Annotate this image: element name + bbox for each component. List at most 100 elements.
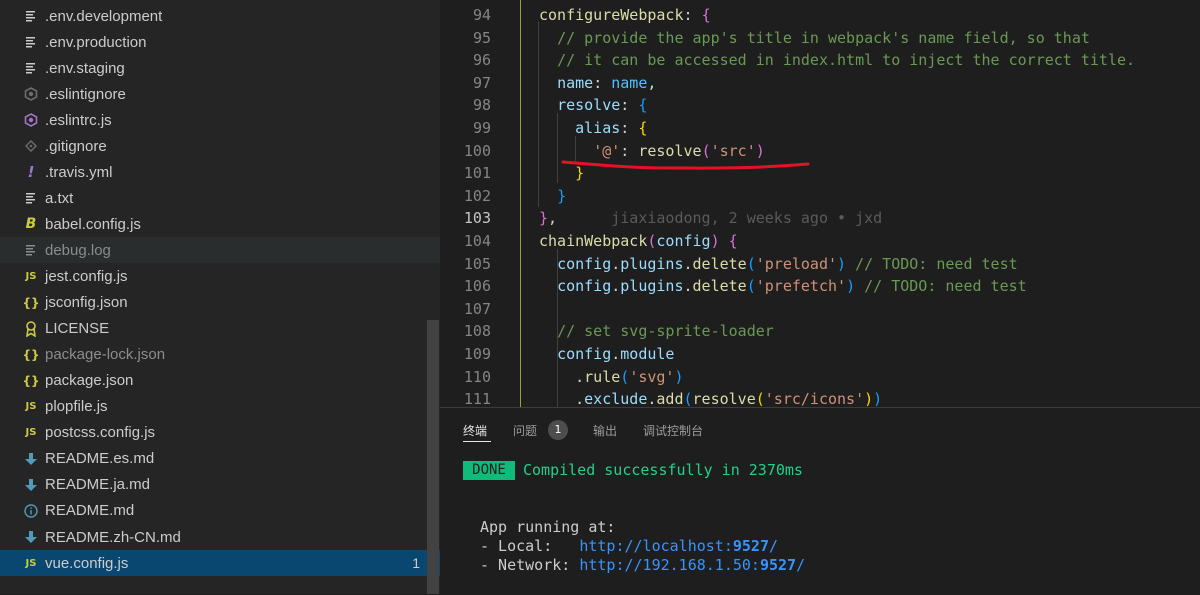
file-name: package.json: [45, 372, 134, 390]
network-port: 9527: [759, 556, 797, 574]
code-line: 108 // set svg-sprite-loader: [440, 320, 1200, 343]
file-item[interactable]: Bbabel.config.js: [0, 211, 440, 237]
local-url-suffix: /: [769, 537, 779, 555]
line-number: 110: [463, 367, 491, 386]
code-text: }, jiaxiaodong, 2 weeks ago • jxd: [539, 209, 883, 228]
file-name: .env.production: [45, 33, 147, 51]
code-text: config.plugins.delete('preload') // TODO…: [557, 254, 1018, 273]
line-number: 111: [463, 390, 491, 407]
code-text: // it can be accessed in index.html to i…: [557, 51, 1136, 70]
file-name: LICENSE: [45, 320, 110, 338]
code-text: resolve: {: [557, 96, 648, 115]
lines-icon: [22, 59, 40, 77]
code-line: 109 config.module: [440, 343, 1200, 366]
file-item[interactable]: debug.log: [0, 237, 440, 264]
bottom-panel: 终端 问题 1 输出 调试控制台 DONE Compiled successfu…: [440, 407, 1200, 595]
braces-icon: {}: [22, 373, 40, 388]
tab-problems[interactable]: 问题: [513, 422, 537, 439]
js-icon: JS: [25, 427, 37, 439]
file-name: a.txt: [45, 189, 74, 207]
code-text: // set svg-sprite-loader: [557, 322, 774, 341]
code-text: config.module: [557, 345, 675, 363]
red-underline-annotation: [561, 160, 810, 170]
lines-icon: [22, 241, 40, 259]
file-item[interactable]: {} package.json: [0, 368, 440, 394]
exclamation-icon: !: [27, 163, 35, 182]
code-editor[interactable]: 94 configureWebpack: {95 // provide the a…: [440, 0, 1200, 407]
file-item[interactable]: README.es.md: [0, 446, 440, 472]
file-item[interactable]: .eslintrc.js: [0, 107, 440, 133]
file-name: jsconfig.json: [45, 294, 128, 312]
line-number: 106: [463, 277, 491, 296]
file-item[interactable]: .env.staging: [0, 55, 440, 81]
code-text: chainWebpack(config) {: [539, 232, 738, 250]
file-name: README.es.md: [45, 450, 155, 468]
local-url-link[interactable]: http://localhost:9527/: [579, 537, 778, 555]
tab-debug-console[interactable]: 调试控制台: [643, 422, 703, 439]
babel-icon: B: [25, 216, 37, 233]
line-number: 104: [463, 232, 491, 250]
network-url-link[interactable]: http://192.168.1.50:9527/: [579, 556, 805, 574]
file-item[interactable]: a.txt: [0, 185, 440, 211]
file-item[interactable]: JS jest.config.js: [0, 264, 440, 290]
network-url-prefix: http://192.168.1.50:: [579, 556, 760, 574]
line-number: 109: [463, 345, 491, 363]
code-text: }: [557, 186, 567, 205]
code-line: 106 config.plugins.delete('prefetch') //…: [440, 275, 1200, 298]
license-icon: [22, 320, 40, 338]
file-item[interactable]: README.ja.md: [0, 472, 440, 498]
line-number: 99: [472, 119, 491, 137]
lines-icon: [22, 189, 40, 207]
file-item[interactable]: .env.production: [0, 29, 440, 55]
file-item[interactable]: .env.development: [0, 3, 440, 29]
line-number: 102: [463, 186, 491, 205]
local-label: - Local:: [480, 537, 580, 555]
code-text: // provide the app's title in webpack's …: [557, 28, 1090, 47]
code-line: 99 alias: {: [440, 117, 1200, 140]
file-name: jest.config.js: [45, 268, 128, 285]
file-name: README.ja.md: [45, 476, 151, 494]
file-name: .env.development: [45, 7, 163, 25]
file-item[interactable]: LICENSE: [0, 316, 440, 342]
file-item[interactable]: README.zh-CN.md: [0, 524, 440, 550]
file-item[interactable]: README.md: [0, 498, 440, 524]
file-item[interactable]: {} package-lock.json: [0, 342, 440, 368]
git-icon: [22, 137, 40, 155]
code-text: alias: {: [575, 119, 648, 137]
local-port: 9527: [732, 537, 769, 555]
file-item[interactable]: .gitignore: [0, 133, 440, 159]
line-number: 97: [472, 73, 491, 92]
code-line: 101 }: [440, 162, 1200, 185]
eslint-icon: [22, 111, 40, 129]
code-line: 107: [440, 298, 1200, 321]
line-number: 108: [463, 322, 491, 341]
js-icon: JS: [25, 401, 37, 413]
tab-output[interactable]: 输出: [593, 422, 617, 439]
code-text: configureWebpack: {: [539, 6, 711, 24]
file-item[interactable]: JS plopfile.js: [0, 394, 440, 420]
file-item[interactable]: {} jsconfig.json: [0, 290, 440, 316]
markdown-icon: [22, 528, 40, 546]
line-number: 105: [463, 254, 491, 273]
file-item[interactable]: ! .travis.yml: [0, 159, 440, 185]
file-item[interactable]: .eslintignore: [0, 81, 440, 107]
lines-icon: [22, 33, 40, 51]
explorer-scrollbar[interactable]: [427, 320, 439, 594]
code-text: .exclude.add(resolve('src/icons')): [575, 390, 883, 407]
file-name: .eslintrc.js: [45, 111, 112, 129]
code-line: 102 }: [440, 185, 1200, 208]
markdown-icon: [22, 450, 40, 468]
problem-count-badge: 1: [412, 555, 420, 572]
js-icon: JS: [25, 271, 37, 282]
line-number: 103: [463, 209, 491, 228]
line-number: 100: [463, 141, 491, 160]
file-item[interactable]: JS vue.config.js 1: [0, 550, 440, 577]
local-line: - Local: http://localhost:9527/: [480, 537, 778, 555]
network-url-suffix: /: [796, 556, 806, 574]
file-item[interactable]: JS postcss.config.js: [0, 420, 440, 446]
line-number: 107: [463, 299, 491, 318]
app-running-text: App running at:: [480, 518, 616, 536]
braces-icon: {}: [22, 347, 40, 362]
local-url-prefix: http://localhost:: [579, 537, 733, 555]
tab-terminal[interactable]: 终端: [463, 422, 487, 439]
